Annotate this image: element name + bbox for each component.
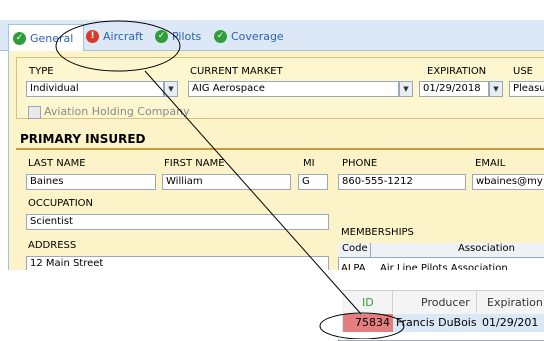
callout-ellipse-tabs — [55, 20, 181, 72]
callout-connector — [144, 70, 362, 315]
callout-ellipse-id — [319, 312, 405, 339]
callout-overlay — [55, 20, 405, 339]
